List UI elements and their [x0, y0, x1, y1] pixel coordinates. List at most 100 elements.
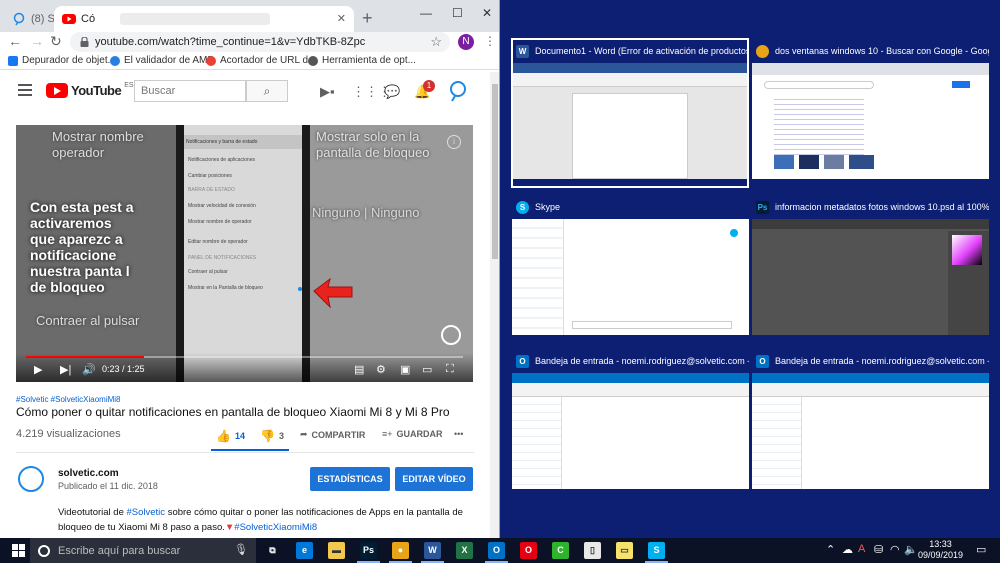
microphone-icon[interactable]: 🎙: [234, 543, 248, 556]
snap-window-skype[interactable]: S Skype: [512, 196, 749, 336]
opera-icon[interactable]: O: [520, 542, 537, 559]
snap-window-word[interactable]: W Documento1 - Word (Error de activación…: [512, 40, 749, 180]
search-button[interactable]: ⌕: [246, 80, 288, 102]
facebook-icon: [8, 55, 18, 66]
video-hashtags[interactable]: #Solvetic #SolveticXiaomiMi8: [16, 395, 121, 404]
acrobat-icon[interactable]: A: [858, 543, 865, 555]
miniplayer-icon[interactable]: ▣: [400, 363, 410, 376]
messages-icon[interactable]: 💬: [384, 84, 400, 100]
window-title: dos ventanas windows 10 - Buscar con Goo…: [775, 46, 989, 56]
account-avatar-icon[interactable]: [448, 80, 468, 102]
channel-watermark-icon[interactable]: [441, 325, 461, 345]
profile-avatar[interactable]: N: [458, 34, 474, 50]
phone-setting-row: Notificaciones de aplicaciones: [188, 157, 255, 163]
search-input[interactable]: Buscar: [134, 80, 246, 102]
reload-icon[interactable]: ↻: [50, 33, 62, 50]
snap-window-chrome[interactable]: dos ventanas windows 10 - Buscar con Goo…: [752, 40, 989, 180]
more-actions-button[interactable]: •••: [454, 429, 463, 439]
taskbar-search-box[interactable]: Escribe aquí para buscar 🎙: [30, 538, 256, 563]
video-controls: ▶ ▶| 🔊 0:23 / 1:25 ▤ ⚙ ▣ ▭ ⛶: [16, 353, 473, 382]
info-icon[interactable]: i: [447, 135, 461, 149]
tab-solvetic[interactable]: (8) Solv: [4, 6, 56, 32]
create-video-icon[interactable]: ▶▪: [320, 84, 335, 100]
youtube-logo[interactable]: YouTube ES: [46, 82, 134, 98]
phone-setting-row: PANEL DE NOTIFICACIONES: [188, 255, 257, 261]
hashtag-link[interactable]: #SolveticXiaomiMi8: [234, 522, 317, 533]
forward-arrow-icon[interactable]: →: [30, 33, 44, 49]
dislike-button[interactable]: 👎 3: [260, 429, 284, 443]
google-icon: [206, 55, 216, 66]
minimize-button[interactable]: —: [420, 6, 432, 20]
chevron-up-icon[interactable]: ⌃: [826, 543, 835, 556]
channel-avatar[interactable]: [18, 466, 44, 492]
share-button[interactable]: ➦ COMPARTIR: [300, 429, 365, 440]
bookmark-star-icon[interactable]: ☆: [430, 34, 442, 50]
page-scrollbar[interactable]: [490, 72, 499, 538]
snap-window-photoshop[interactable]: Ps informacion metadatos fotos windows 1…: [752, 196, 989, 336]
bookmark-item[interactable]: Herramienta de opt...: [308, 55, 416, 66]
task-view-icon[interactable]: ⧉: [264, 542, 281, 559]
video-progress-bar[interactable]: [26, 356, 463, 358]
new-tab-button[interactable]: +: [362, 8, 373, 29]
save-button[interactable]: ≡+ GUARDAR: [382, 429, 443, 439]
fullscreen-icon[interactable]: ⛶: [446, 363, 454, 376]
photoshop-icon[interactable]: Ps: [357, 542, 380, 563]
cloud-icon[interactable]: ☁: [842, 543, 853, 556]
onedrive-icon[interactable]: ⛁: [874, 543, 883, 556]
excel-icon[interactable]: X: [456, 542, 473, 559]
bookmarks-bar: Depurador de objet... El validador de AM…: [0, 52, 499, 70]
hamburger-menu-icon[interactable]: [18, 84, 32, 99]
chrome-window: (8) Solv Có ✕ + — ☐ ✕ ← → ↻ youtube.com/…: [0, 0, 500, 538]
taskbar-clock[interactable]: 13:33 09/09/2019: [918, 539, 963, 561]
snap-window-outlook-2[interactable]: O Bandeja de entrada - noemi.rodriguez@s…: [752, 350, 989, 490]
settings-gear-icon[interactable]: ⚙: [376, 363, 386, 376]
window-title: Bandeja de entrada - noemi.rodriguez@sol…: [535, 356, 749, 366]
youtube-play-icon: [46, 83, 68, 98]
file-icon[interactable]: ▯: [584, 542, 601, 559]
close-tab-icon[interactable]: ✕: [337, 12, 346, 25]
word-icon[interactable]: W: [421, 542, 444, 563]
close-window-button[interactable]: ✕: [482, 6, 492, 20]
hashtag-link[interactable]: #Solvetic: [127, 507, 166, 518]
video-player[interactable]: Notificaciones y barra de estado Notific…: [16, 125, 473, 382]
chrome-icon[interactable]: ●: [389, 542, 412, 563]
volume-icon[interactable]: 🔊: [82, 363, 96, 376]
subtitles-icon[interactable]: ▤: [354, 363, 364, 376]
channel-name[interactable]: solvetic.com: [58, 468, 119, 479]
speaker-icon[interactable]: 🔈: [904, 543, 918, 556]
video-overlay-text: Ninguno | Ninguno: [312, 205, 420, 220]
statistics-button[interactable]: ESTADÍSTICAS: [310, 467, 390, 491]
window-title-bar: S Skype: [512, 196, 749, 218]
bookmark-item[interactable]: El validador de AMP: [110, 55, 214, 66]
file-explorer-icon[interactable]: ▬: [328, 542, 345, 559]
edit-video-button[interactable]: EDITAR VÍDEO: [395, 467, 473, 491]
outlook-icon[interactable]: O: [485, 542, 508, 563]
bookmark-item[interactable]: Depurador de objet...: [8, 55, 116, 66]
theater-mode-icon[interactable]: ▭: [422, 363, 432, 376]
sticky-notes-icon[interactable]: ▭: [616, 542, 633, 559]
snap-window-outlook[interactable]: O Bandeja de entrada - noemi.rodriguez@s…: [512, 350, 749, 490]
bookmark-item[interactable]: Acortador de URL d...: [206, 55, 316, 66]
back-arrow-icon[interactable]: ←: [8, 33, 22, 49]
notification-center-icon[interactable]: ▭: [976, 543, 986, 556]
edge-icon[interactable]: e: [296, 542, 313, 559]
wifi-icon[interactable]: ◠: [890, 543, 900, 556]
phone-setting-row: BARRA DE ESTADO: [188, 187, 235, 193]
windows-start-icon[interactable]: [12, 544, 25, 557]
scrollbar-thumb[interactable]: [492, 84, 498, 259]
camtasia-icon[interactable]: C: [552, 542, 569, 559]
chrome-menu-icon[interactable]: ⋮: [484, 34, 496, 48]
skype-icon[interactable]: S: [645, 542, 668, 563]
video-overlay-text: Mostrar solo en la pantalla de bloqueo: [316, 129, 430, 160]
tab-label: (8) Solv: [31, 13, 56, 25]
maximize-button[interactable]: ☐: [452, 6, 463, 20]
tab-youtube[interactable]: Có ✕: [54, 6, 354, 32]
snap-assist-area: W Documento1 - Word (Error de activación…: [500, 0, 1000, 538]
window-title-bar: Ps informacion metadatos fotos windows 1…: [752, 196, 989, 218]
address-bar[interactable]: youtube.com/watch?time_continue=1&v=YdbT…: [70, 32, 450, 52]
video-time: 0:23 / 1:25: [102, 364, 145, 374]
play-icon[interactable]: ▶: [34, 363, 42, 376]
like-button[interactable]: 👍 14: [216, 429, 245, 443]
next-icon[interactable]: ▶|: [60, 363, 71, 376]
share-label: COMPARTIR: [311, 429, 366, 440]
